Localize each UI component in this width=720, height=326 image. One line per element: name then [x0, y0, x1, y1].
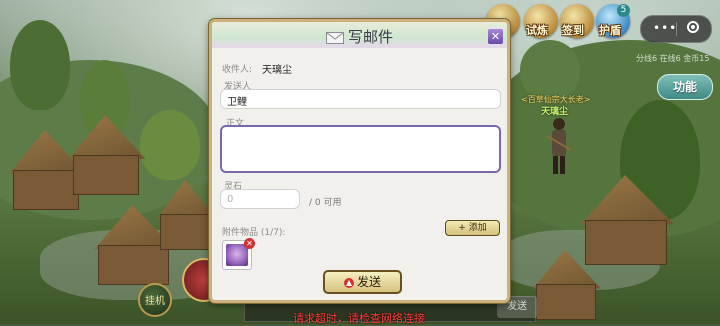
- send-mail-button[interactable]: ▲ 发送: [323, 270, 402, 294]
- capsule-divider: [676, 22, 677, 36]
- npc-character[interactable]: [545, 116, 573, 176]
- stone-placeholder: 0: [227, 194, 234, 205]
- close-miniprogram-icon[interactable]: [687, 21, 699, 33]
- recipient-name: 天璃尘: [262, 65, 292, 76]
- remove-item-icon[interactable]: ✕: [244, 238, 255, 249]
- tree: [520, 40, 580, 100]
- tree: [10, 20, 70, 110]
- function-button[interactable]: 功能: [657, 74, 713, 100]
- dialog-title: 写邮件: [212, 26, 507, 47]
- close-button[interactable]: ✕: [487, 28, 504, 45]
- stone-available: / 0 可用: [309, 198, 342, 208]
- dialog-title-text: 写邮件: [347, 28, 393, 46]
- notification-badge: 5: [617, 4, 630, 17]
- hut: [525, 250, 605, 320]
- server-info: 分线6 在线6 金币15: [636, 54, 710, 63]
- attachment-label: 附件物品 (1/7):: [222, 228, 286, 238]
- attachment-slot[interactable]: ✕: [222, 238, 255, 270]
- mail-body-input[interactable]: [220, 125, 501, 173]
- trial-label[interactable]: 试炼: [526, 22, 548, 38]
- hut: [60, 115, 150, 195]
- sender-value: 卫鲤: [227, 97, 247, 108]
- idle-button[interactable]: 挂机: [138, 283, 172, 317]
- recipient-label: 收件人:: [222, 65, 253, 75]
- guard-label[interactable]: 护盾: [599, 22, 621, 38]
- add-attachment-button[interactable]: + 添加: [445, 220, 500, 236]
- send-arrow-icon: ▲: [343, 278, 354, 288]
- envelope-icon: [325, 31, 344, 44]
- checkin-label[interactable]: 签到: [562, 22, 584, 38]
- mini-program-capsule[interactable]: •••: [640, 15, 712, 43]
- more-icon[interactable]: •••: [653, 21, 677, 35]
- compose-mail-dialog: 写邮件 ✕ 收件人: 天璃尘 发送人 卫鲤 正文 灵石 0 / 0 可用 附件物…: [209, 19, 510, 303]
- stone-amount-input[interactable]: 0: [220, 189, 300, 209]
- sender-field[interactable]: 卫鲤: [220, 89, 501, 109]
- send-button-label: 发送: [356, 275, 381, 289]
